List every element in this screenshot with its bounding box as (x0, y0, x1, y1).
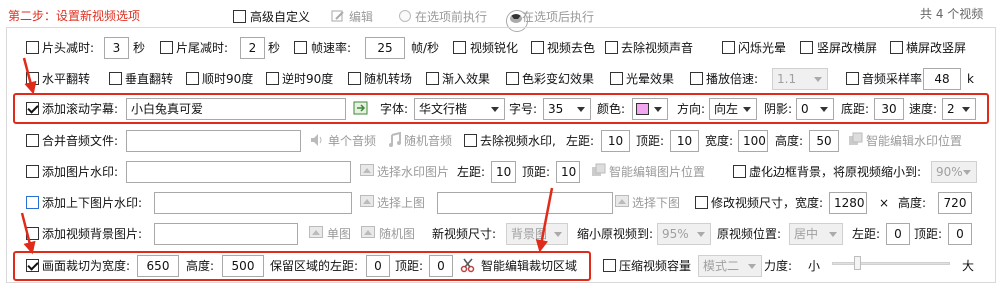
arrow-to-subtitle (22, 57, 37, 95)
annotation-arrows (20, 57, 554, 255)
arrow-to-smart-crop (535, 187, 554, 253)
arrow-to-crop (20, 212, 36, 255)
